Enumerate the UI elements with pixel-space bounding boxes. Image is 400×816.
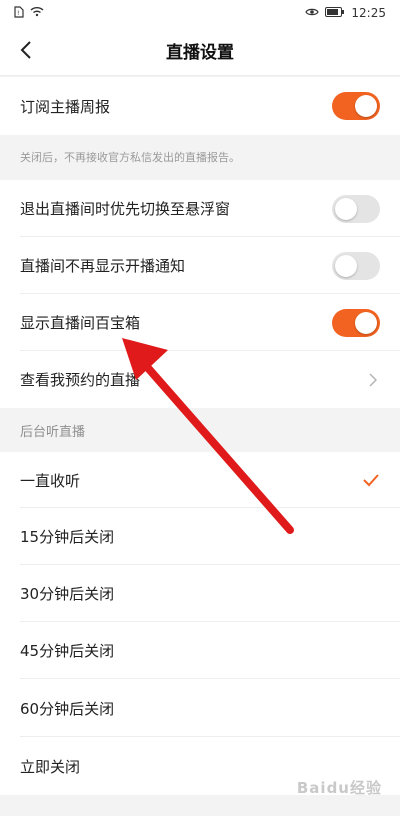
setting-treasure-box: 显示直播间百宝箱 xyxy=(0,294,400,351)
setting-float-window: 退出直播间时优先切换至悬浮窗 xyxy=(0,180,400,237)
status-right: 12:25 xyxy=(305,6,386,20)
option-label: 立即关闭 xyxy=(20,757,81,776)
toggle-knob xyxy=(355,311,377,334)
option-label: 60分钟后关闭 xyxy=(20,699,115,718)
wifi-icon xyxy=(30,6,44,20)
float-window-toggle[interactable] xyxy=(332,194,380,223)
no-start-notice-toggle[interactable] xyxy=(332,251,380,280)
option-label: 30分钟后关闭 xyxy=(20,585,115,603)
setting-no-start-notice: 直播间不再显示开播通知 xyxy=(0,237,400,294)
option-label: 15分钟后关闭 xyxy=(20,528,115,546)
setting-label: 订阅主播周报 xyxy=(20,97,111,116)
setting-label: 查看我预约的直播 xyxy=(20,371,141,389)
toggle-knob xyxy=(355,95,377,117)
setting-subscribe-weekly: 订阅主播周报 xyxy=(0,77,400,135)
listen-option-30min[interactable]: 30分钟后关闭 xyxy=(0,565,400,622)
listen-option-45min[interactable]: 45分钟后关闭 xyxy=(0,622,400,679)
status-bar: ! 12:25 xyxy=(0,0,400,26)
listen-option-always[interactable]: 一直收听 xyxy=(0,452,400,508)
chevron-right-icon xyxy=(366,372,380,387)
listen-option-15min[interactable]: 15分钟后关闭 xyxy=(0,508,400,565)
setting-label: 退出直播间时优先切换至悬浮窗 xyxy=(20,200,231,218)
nav-bar: 直播设置 xyxy=(0,26,400,76)
option-label: 一直收听 xyxy=(20,471,81,490)
watermark: Baidu经验 xyxy=(296,779,382,797)
svg-text:!: ! xyxy=(17,10,19,17)
setting-label: 显示直播间百宝箱 xyxy=(20,314,141,332)
listen-option-60min[interactable]: 60分钟后关闭 xyxy=(0,679,400,737)
checkmark-icon xyxy=(362,473,380,487)
toggle-knob xyxy=(335,197,357,220)
chevron-left-icon xyxy=(20,41,31,59)
section-header-background-listening: 后台听直播 xyxy=(20,424,86,440)
subscribe-weekly-toggle[interactable] xyxy=(332,92,380,120)
battery-icon xyxy=(325,6,345,20)
clock-time: 12:25 xyxy=(351,6,386,20)
toggle-knob xyxy=(335,254,357,277)
eye-icon xyxy=(305,6,320,20)
back-button[interactable] xyxy=(14,38,38,62)
setting-label: 直播间不再显示开播通知 xyxy=(20,257,186,275)
page-title: 直播设置 xyxy=(166,43,234,63)
setting-my-bookings[interactable]: 查看我预约的直播 xyxy=(0,351,400,408)
treasure-box-toggle[interactable] xyxy=(332,308,380,337)
sim-icon: ! xyxy=(14,5,24,21)
status-left: ! xyxy=(14,5,44,21)
option-label: 45分钟后关闭 xyxy=(20,642,115,660)
subscribe-note: 关闭后，不再接收官方私信发出的直播报告。 xyxy=(20,151,240,164)
